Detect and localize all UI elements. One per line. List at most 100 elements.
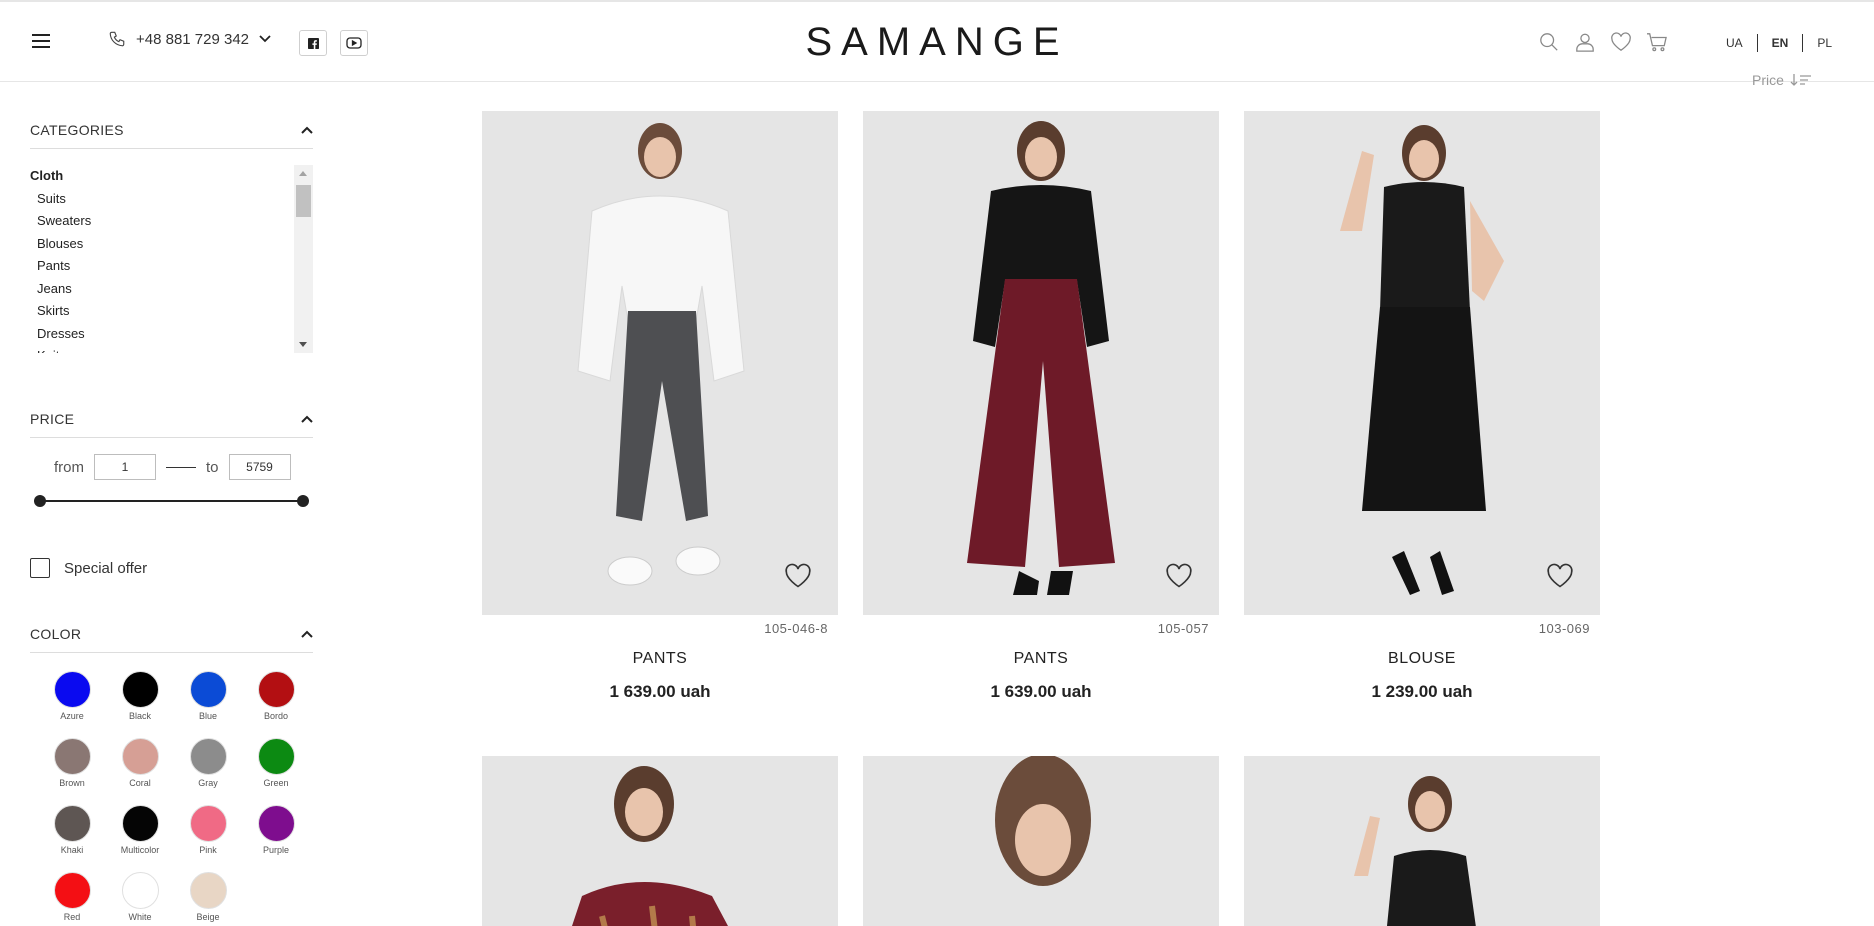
lang-pl[interactable]: PL	[1803, 34, 1846, 52]
lang-ua[interactable]: UA	[1712, 34, 1757, 52]
youtube-link[interactable]	[340, 30, 368, 56]
color-option[interactable]: Black	[106, 671, 174, 722]
menu-icon[interactable]	[32, 34, 50, 48]
color-name: Beige	[196, 912, 220, 922]
model-figure	[967, 121, 1115, 595]
product-card	[1244, 756, 1600, 926]
heart-icon[interactable]	[1165, 563, 1193, 589]
category-item[interactable]: Suits	[30, 188, 313, 211]
cart-button[interactable]	[1646, 30, 1668, 54]
price-from-input[interactable]	[94, 454, 156, 480]
scroll-down-arrow[interactable]	[299, 342, 307, 347]
category-cloth[interactable]: Cloth	[30, 165, 313, 188]
site-header: +48 881 729 342 SAMANGE UA EN PL	[0, 0, 1874, 82]
color-swatches: Azure Black Blue Bordo Brown Coral Gray Green Kh…	[30, 671, 313, 923]
category-item[interactable]: Pants	[30, 255, 313, 278]
product-name[interactable]: PANTS	[482, 650, 838, 668]
color-option[interactable]: Multicolor	[106, 805, 174, 856]
category-item[interactable]: Jeans	[30, 278, 313, 301]
product-card	[482, 756, 838, 926]
price-header[interactable]: PRICE	[30, 411, 313, 438]
special-offer-option[interactable]: Special offer	[30, 558, 313, 578]
facebook-link[interactable]	[299, 30, 327, 56]
product-image[interactable]	[863, 756, 1219, 926]
color-name: Black	[128, 711, 151, 721]
scroll-up-arrow[interactable]	[299, 171, 307, 176]
product-image[interactable]	[1244, 756, 1600, 926]
category-item[interactable]: Dresses	[30, 323, 313, 346]
sort-dropdown[interactable]: Price	[1752, 72, 1812, 88]
product-card	[863, 756, 1219, 926]
model-figure	[572, 766, 728, 926]
color-option[interactable]: Red	[38, 872, 106, 923]
product-sku: 105-046-8	[764, 621, 828, 636]
search-button[interactable]	[1538, 30, 1560, 54]
color-name: Red	[63, 912, 81, 922]
color-swatch	[257, 671, 295, 708]
model-figure	[995, 756, 1091, 886]
product-image[interactable]	[863, 111, 1219, 615]
phone-dropdown[interactable]: +48 881 729 342	[108, 30, 271, 48]
sort-label: Price	[1752, 72, 1784, 88]
slider-max-handle[interactable]	[297, 495, 309, 507]
color-option[interactable]: Azure	[38, 671, 106, 722]
product-name[interactable]: PANTS	[863, 650, 1219, 668]
search-icon	[1540, 33, 1558, 51]
category-item[interactable]: Knitwear	[30, 345, 313, 353]
heart-icon[interactable]	[784, 563, 812, 589]
color-swatch	[53, 671, 91, 708]
user-icon	[1576, 33, 1594, 52]
color-swatch	[189, 738, 227, 775]
site-logo[interactable]: SAMANGE	[805, 20, 1068, 64]
color-swatch	[121, 805, 159, 842]
product-grid: 105-046-8 PANTS 1 639.00 uah 105-057 PAN…	[482, 111, 1600, 926]
account-button[interactable]	[1574, 30, 1596, 54]
category-item[interactable]: Skirts	[30, 300, 313, 323]
categories-scrollbar[interactable]	[294, 165, 313, 353]
color-swatch	[257, 805, 295, 842]
special-offer-checkbox[interactable]	[30, 558, 50, 578]
color-option[interactable]: Gray	[174, 738, 242, 789]
category-item[interactable]: Sweaters	[30, 210, 313, 233]
color-option[interactable]: Purple	[242, 805, 310, 856]
color-swatch	[189, 671, 227, 708]
color-swatch	[189, 805, 227, 842]
product-image[interactable]	[1244, 111, 1600, 615]
price-title: PRICE	[30, 411, 75, 427]
color-option[interactable]: Coral	[106, 738, 174, 789]
color-option[interactable]: White	[106, 872, 174, 923]
color-swatch	[53, 805, 91, 842]
color-header[interactable]: COLOR	[30, 626, 313, 653]
color-option[interactable]: Blue	[174, 671, 242, 722]
color-option[interactable]: Green	[242, 738, 310, 789]
color-option[interactable]: Brown	[38, 738, 106, 789]
color-option[interactable]: Khaki	[38, 805, 106, 856]
product-name[interactable]: BLOUSE	[1244, 650, 1600, 668]
product-card: 105-057 PANTS 1 639.00 uah	[863, 111, 1219, 756]
lang-en[interactable]: EN	[1758, 34, 1803, 52]
price-slider[interactable]	[30, 494, 313, 508]
model-figure	[1354, 776, 1476, 926]
color-name: Purple	[262, 845, 289, 855]
phone-number: +48 881 729 342	[136, 30, 250, 48]
wishlist-button[interactable]	[1610, 30, 1632, 54]
cart-icon	[1647, 33, 1667, 52]
color-option[interactable]: Bordo	[242, 671, 310, 722]
slider-min-handle[interactable]	[34, 495, 46, 507]
color-swatch	[121, 671, 159, 708]
chevron-up-icon	[301, 126, 313, 134]
product-image[interactable]	[482, 756, 838, 926]
product-price: 1 639.00 uah	[990, 682, 1092, 701]
categories-list: Cloth Suits Sweaters Blouses Pants Jeans…	[30, 165, 313, 353]
color-name: Bordo	[263, 711, 289, 721]
product-image[interactable]	[482, 111, 838, 615]
category-item[interactable]: Blouses	[30, 233, 313, 256]
color-option[interactable]: Beige	[174, 872, 242, 923]
color-swatch	[53, 738, 91, 775]
heart-icon[interactable]	[1546, 563, 1574, 589]
filters-sidebar: CATEGORIES Cloth Suits Sweaters Blouses …	[30, 82, 313, 923]
scroll-thumb[interactable]	[296, 185, 311, 217]
categories-header[interactable]: CATEGORIES	[30, 122, 313, 149]
price-to-input[interactable]	[228, 454, 291, 480]
color-option[interactable]: Pink	[174, 805, 242, 856]
